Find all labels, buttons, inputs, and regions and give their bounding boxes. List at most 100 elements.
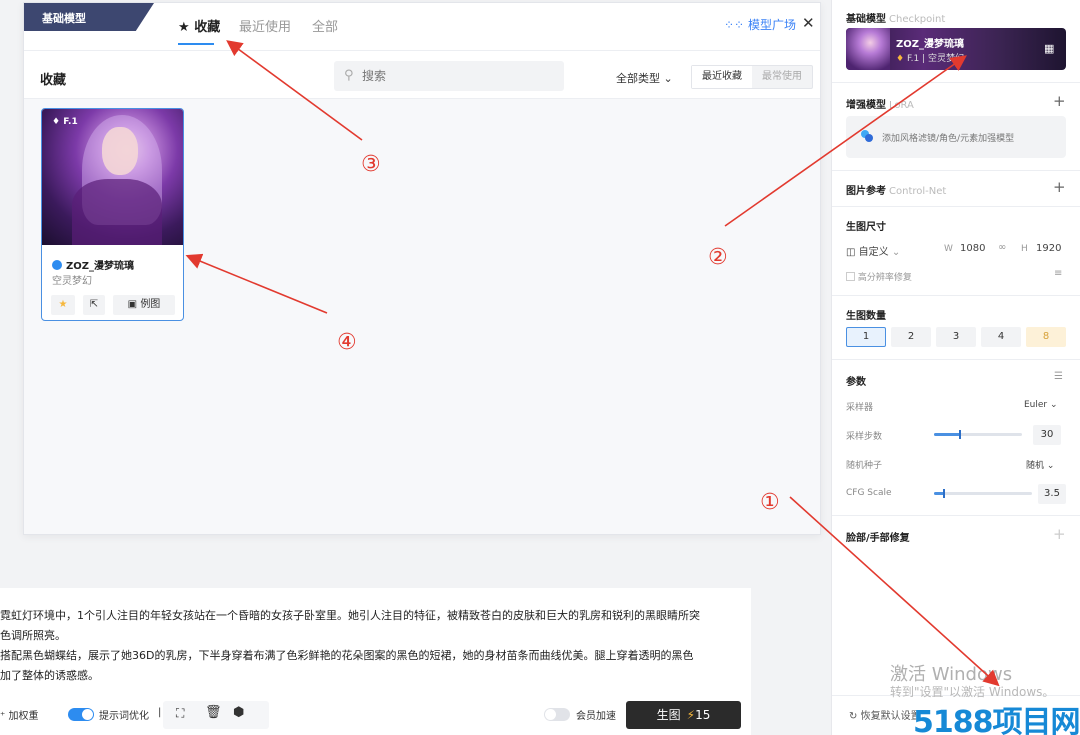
model-plaza-label: 模型广场 bbox=[747, 18, 796, 32]
type-filter-dropdown[interactable]: 全部类型 ⌄ bbox=[616, 70, 673, 86]
steps-slider[interactable] bbox=[934, 430, 1022, 439]
sort-most-used[interactable]: 最常使用 bbox=[752, 66, 812, 88]
search-icon: ⚲ bbox=[344, 68, 354, 83]
annotation-3: ③ bbox=[361, 152, 381, 177]
add-face-fix-icon[interactable]: + bbox=[1053, 525, 1066, 543]
annotation-1: ① bbox=[760, 490, 780, 515]
add-lora-icon[interactable]: + bbox=[1053, 92, 1066, 110]
search-input[interactable] bbox=[362, 66, 552, 86]
open-external-button[interactable]: ⇱ bbox=[83, 295, 105, 315]
favorite-star-button[interactable]: ★ bbox=[51, 295, 75, 315]
link-icon[interactable]: ∞ bbox=[998, 242, 1006, 253]
count-option-1[interactable]: 1 bbox=[846, 327, 886, 347]
settings-hex-icon[interactable]: ⬢ bbox=[233, 705, 244, 720]
prompt-tools-group: ⛶ 🗑 ⬢ bbox=[163, 701, 269, 729]
steps-value[interactable]: 30 bbox=[1033, 425, 1061, 445]
hires-label: 高分辨率修复 bbox=[857, 273, 912, 283]
layers-icon bbox=[861, 130, 873, 142]
chevron-down-icon: ⌄ bbox=[1050, 400, 1058, 410]
tab-favorites[interactable]: ★ 收藏 bbox=[178, 16, 220, 35]
diamond-icon: ♦ bbox=[896, 54, 905, 64]
height-value[interactable]: 1920 bbox=[1036, 243, 1061, 254]
vip-speed-toggle[interactable] bbox=[544, 708, 570, 721]
base-model-meta: ♦ F.1 | 空灵梦幻 bbox=[896, 51, 964, 64]
lora-placeholder: 添加风格滤镜/角色/元素加强模型 bbox=[882, 134, 1015, 144]
settings-panel: 基础模型 Checkpoint ZOZ_漫梦琉璃 ♦ F.1 | 空灵梦幻 ▦ 增… bbox=[831, 0, 1080, 735]
model-card-name-text: ZOZ_漫梦琉璃 bbox=[66, 261, 135, 272]
count-option-4[interactable]: 4 bbox=[981, 327, 1021, 347]
face-fix-section-title: 脸部/手部修复 bbox=[846, 533, 910, 544]
prompt-optimize-label: 提示词优化 bbox=[99, 711, 149, 722]
controlnet-title-text: 图片参考 bbox=[846, 186, 886, 197]
star-icon: ★ bbox=[178, 20, 190, 35]
refresh-icon: ↻ bbox=[849, 711, 858, 722]
crop-icon: ◫ bbox=[846, 247, 856, 258]
model-card-subtitle: 空灵梦幻 bbox=[52, 276, 92, 287]
seed-dropdown[interactable]: 随机 ⌄ bbox=[1026, 458, 1054, 471]
chevron-down-icon: ⌄ bbox=[1046, 461, 1055, 471]
tab-all[interactable]: 全部 bbox=[312, 16, 338, 35]
example-images-button[interactable]: ▣ 例图 bbox=[113, 295, 175, 315]
close-icon[interactable]: ✕ bbox=[802, 14, 815, 32]
checkbox-icon bbox=[846, 272, 855, 281]
prompt-line: 霓虹灯环境中，1个引人注目的年轻女孩站在一个昏暗的女孩子卧室里。她引人注目的特征… bbox=[0, 609, 700, 622]
add-weight-button[interactable]: ⁺ 加权重 bbox=[0, 707, 38, 722]
cfg-slider-knob[interactable] bbox=[942, 489, 945, 498]
steps-label: 采样步数 bbox=[846, 432, 883, 442]
cfg-slider[interactable] bbox=[934, 489, 1032, 498]
count-option-3[interactable]: 3 bbox=[936, 327, 976, 347]
tab-recent[interactable]: 最近使用 bbox=[239, 16, 291, 35]
model-card[interactable]: ♦ F.1 ZOZ_漫梦琉璃 空灵梦幻 ★ ⇱ ▣ 例图 bbox=[41, 108, 184, 321]
prompt-editor[interactable]: 霓虹灯环境中，1个引人注目的年轻女孩站在一个昏暗的女孩子卧室里。她引人注目的特征… bbox=[0, 588, 751, 735]
size-preset-label: 自定义 bbox=[858, 247, 889, 258]
count-option-2[interactable]: 2 bbox=[891, 327, 931, 347]
generate-cost: 15 bbox=[695, 708, 711, 722]
add-lora-box[interactable]: 添加风格滤镜/角色/元素加强模型 bbox=[846, 116, 1066, 158]
trash-icon[interactable]: 🗑 bbox=[205, 705, 222, 720]
menu-icon[interactable]: ≡ bbox=[1054, 268, 1062, 279]
controlnet-section-title: 图片参考 Control-Net bbox=[846, 182, 946, 197]
cfg-value[interactable]: 3.5 bbox=[1038, 484, 1066, 504]
steps-slider-fill bbox=[934, 433, 961, 436]
search-box[interactable]: ⚲ bbox=[334, 61, 564, 91]
model-card-name: ZOZ_漫梦琉璃 bbox=[52, 257, 134, 272]
external-link-icon: ⇱ bbox=[89, 299, 99, 310]
plus-weight-icon: ⁺ bbox=[0, 711, 6, 722]
chevron-down-icon: ⌄ bbox=[891, 247, 901, 258]
tab-underline bbox=[178, 43, 214, 45]
seed-label: 随机种子 bbox=[846, 461, 883, 471]
params-section-title: 参数 bbox=[846, 377, 866, 388]
chevron-down-icon: ⌄ bbox=[663, 72, 673, 85]
width-value[interactable]: 1080 bbox=[960, 243, 985, 254]
tab-favorites-label: 收藏 bbox=[194, 20, 221, 35]
sort-recent-fav[interactable]: 最近收藏 bbox=[692, 66, 752, 88]
scan-icon[interactable]: ⛶ bbox=[176, 706, 184, 721]
steps-slider-knob[interactable] bbox=[959, 430, 962, 439]
generate-label: 生图 bbox=[656, 708, 681, 722]
cfg-label: CFG Scale bbox=[846, 488, 892, 498]
hires-fix-checkbox[interactable]: 高分辨率修复 bbox=[846, 270, 912, 283]
sliders-icon[interactable]: ☰ bbox=[1054, 371, 1063, 382]
base-model-name: ZOZ_漫梦琉璃 bbox=[896, 39, 965, 50]
diamond-icon: ♦ bbox=[52, 117, 61, 127]
grid-icon[interactable]: ▦ bbox=[1044, 42, 1054, 55]
selected-base-model[interactable]: ZOZ_漫梦琉璃 ♦ F.1 | 空灵梦幻 ▦ bbox=[846, 28, 1066, 70]
prompt-optimize-toggle[interactable] bbox=[68, 708, 94, 721]
prompt-text[interactable]: 霓虹灯环境中，1个引人注目的年轻女孩站在一个昏暗的女孩子卧室里。她引人注目的特征… bbox=[0, 606, 740, 686]
seed-value: 随机 bbox=[1026, 461, 1045, 471]
model-cover-image: ♦ F.1 bbox=[42, 109, 183, 245]
base-model-thumbnail bbox=[846, 28, 890, 70]
count-section-title: 生图数量 bbox=[846, 311, 886, 322]
vip-speed-label: 会员加速 bbox=[576, 711, 616, 722]
generate-button[interactable]: 生图 ⚡15 bbox=[626, 701, 741, 729]
add-controlnet-icon[interactable]: + bbox=[1053, 178, 1066, 196]
reset-defaults-button[interactable]: ↻ 恢复默认设置 bbox=[849, 707, 921, 722]
prompt-line: 加了整体的诱惑感。 bbox=[0, 669, 99, 682]
sampler-dropdown[interactable]: Euler ⌄ bbox=[1024, 400, 1058, 410]
width-label: W bbox=[944, 244, 953, 254]
model-plaza-link[interactable]: ⁘⁘ 模型广场 bbox=[724, 16, 796, 33]
size-preset-dropdown[interactable]: ◫ 自定义 ⌄ bbox=[846, 243, 900, 258]
sampler-label: 采样器 bbox=[846, 403, 874, 413]
base-model-title-en: Checkpoint bbox=[889, 14, 946, 25]
count-option-8[interactable]: 8 bbox=[1026, 327, 1066, 347]
